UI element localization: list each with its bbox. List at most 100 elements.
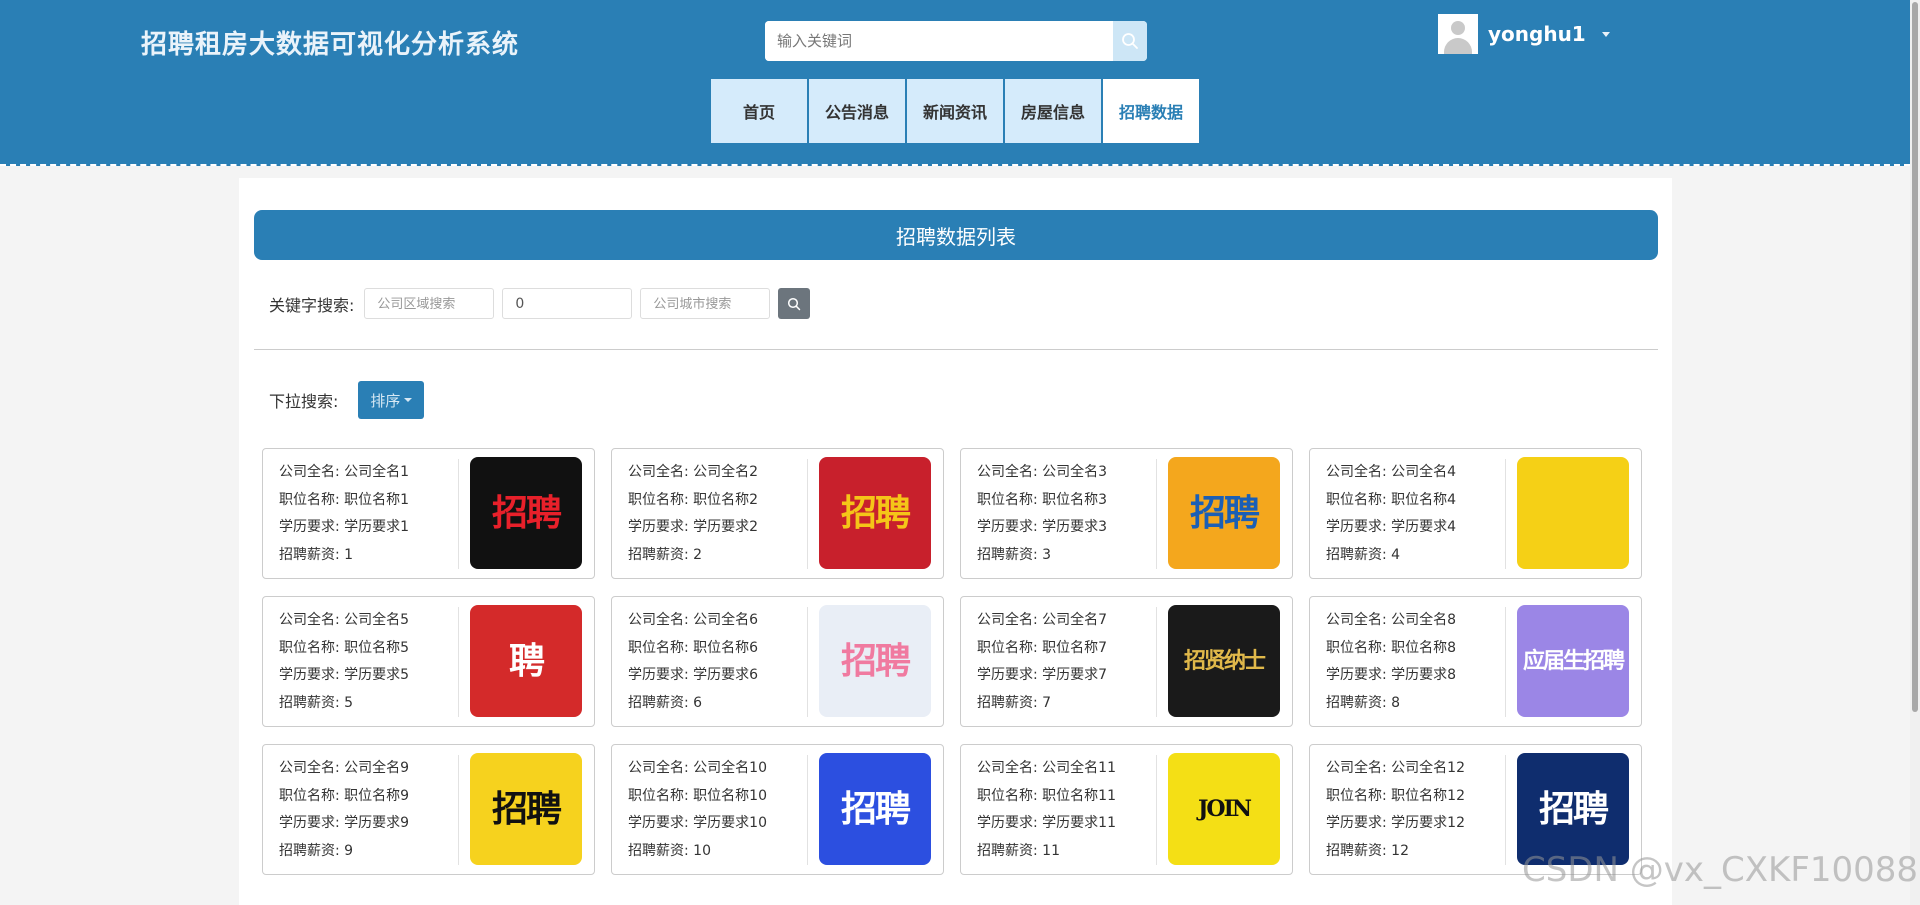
position-name-value: 职位名称3 [1042, 491, 1108, 508]
salary-row: 招聘薪资: 11 [977, 838, 1116, 866]
job-card-image-text: 招聘 [840, 788, 911, 830]
salary-row: 招聘薪资: 8 [1326, 690, 1456, 718]
position-name-value: 职位名称10 [693, 787, 767, 804]
salary-value: 4 [1391, 546, 1401, 563]
job-card[interactable]: 公司全名: 公司全名8 职位名称: 职位名称8 学历要求: 学历要求8 招聘薪资: 8… [1309, 596, 1642, 727]
job-card[interactable]: 公司全名: 公司全名9 职位名称: 职位名称9 学历要求: 学历要求9 招聘薪资: 9… [262, 744, 595, 875]
job-card-info: 公司全名: 公司全名3 职位名称: 职位名称3 学历要求: 学历要求3 招聘薪资: 3 [977, 459, 1107, 569]
user-menu[interactable]: yonghu1 [1438, 14, 1610, 54]
job-card-info: 公司全名: 公司全名5 职位名称: 职位名称5 学历要求: 学历要求5 招聘薪资: 5 [279, 607, 409, 717]
company-name-value: 公司全名1 [344, 464, 410, 480]
education-requirement-label: 学历要求: [977, 815, 1043, 831]
filter-search-button[interactable] [778, 288, 811, 319]
position-name-value: 职位名称1 [344, 491, 410, 508]
position-name-value: 职位名称7 [1042, 639, 1108, 656]
education-requirement-label: 学历要求: [279, 519, 345, 535]
job-card[interactable]: 公司全名: 公司全名7 职位名称: 职位名称7 学历要求: 学历要求7 招聘薪资: 7… [960, 596, 1293, 727]
card-separator [458, 755, 459, 865]
job-card-image[interactable]: 聘 [470, 605, 582, 717]
education-requirement-row: 学历要求: 学历要求12 [1326, 810, 1465, 838]
job-card-image[interactable]: 招聘 [819, 457, 931, 569]
card-separator [1505, 607, 1506, 717]
salary-row: 招聘薪资: 5 [279, 690, 409, 718]
card-separator [1156, 459, 1157, 569]
job-card-image[interactable] [1517, 457, 1629, 569]
education-requirement-value: 学历要求12 [1391, 815, 1465, 831]
middle-search-input[interactable] [502, 288, 633, 319]
job-card-image-text: 招聘 [1538, 788, 1609, 830]
avatar[interactable] [1438, 14, 1478, 54]
salary-label: 招聘薪资: [628, 842, 694, 859]
search-icon [1122, 33, 1138, 49]
nav-item-recruitment[interactable]: 招聘数据 [1103, 79, 1199, 143]
nav-item-news[interactable]: 新闻资讯 [907, 79, 1003, 143]
username[interactable]: yonghu1 [1488, 22, 1586, 46]
search-button[interactable] [1113, 21, 1147, 61]
company-name-row: 公司全名: 公司全名1 [279, 459, 409, 487]
position-name-label: 职位名称: [628, 639, 694, 656]
job-card[interactable]: 公司全名: 公司全名3 职位名称: 职位名称3 学历要求: 学历要求3 招聘薪资: 3… [960, 448, 1293, 579]
chevron-down-icon[interactable] [1601, 31, 1610, 37]
search-input[interactable] [765, 21, 1113, 61]
job-card[interactable]: 公司全名: 公司全名1 职位名称: 职位名称1 学历要求: 学历要求1 招聘薪资: 1… [262, 448, 595, 579]
education-requirement-label: 学历要求: [279, 815, 345, 831]
card-separator [1156, 755, 1157, 865]
watermark: CSDN @vx_CXKF10088 [1522, 850, 1919, 890]
job-card[interactable]: 公司全名: 公司全名5 职位名称: 职位名称5 学历要求: 学历要求5 招聘薪资: 5… [262, 596, 595, 727]
company-name-label: 公司全名: [628, 760, 694, 776]
city-search-input[interactable] [640, 288, 771, 319]
education-requirement-label: 学历要求: [628, 667, 694, 683]
job-card-image[interactable]: 招聘 [470, 753, 582, 865]
salary-label: 招聘薪资: [977, 694, 1043, 711]
card-separator [807, 755, 808, 865]
job-card[interactable]: 公司全名: 公司全名6 职位名称: 职位名称6 学历要求: 学历要求6 招聘薪资: 6… [611, 596, 944, 727]
company-name-value: 公司全名10 [693, 760, 767, 776]
company-name-label: 公司全名: [977, 464, 1043, 480]
salary-value: 10 [693, 842, 711, 859]
salary-label: 招聘薪资: [279, 694, 345, 711]
job-card-image-text: JOIN [1198, 796, 1252, 822]
position-name-row: 职位名称: 职位名称8 [1326, 635, 1456, 663]
job-card-image[interactable]: 招聘 [470, 457, 582, 569]
salary-label: 招聘薪资: [628, 694, 694, 711]
chevron-down-icon [404, 398, 413, 402]
education-requirement-value: 学历要求1 [344, 519, 410, 535]
education-requirement-row: 学历要求: 学历要求1 [279, 514, 409, 542]
job-card-image[interactable]: 招聘 [819, 753, 931, 865]
job-card-image[interactable]: 招聘 [1517, 753, 1629, 865]
job-card[interactable]: 公司全名: 公司全名4 职位名称: 职位名称4 学历要求: 学历要求4 招聘薪资: 4 [1309, 448, 1642, 579]
salary-row: 招聘薪资: 12 [1326, 838, 1465, 866]
nav-item-housing[interactable]: 房屋信息 [1005, 79, 1101, 143]
job-card-image[interactable]: 招聘 [819, 605, 931, 717]
nav-item-home[interactable]: 首页 [711, 79, 807, 143]
job-card[interactable]: 公司全名: 公司全名11 职位名称: 职位名称11 学历要求: 学历要求11 招聘薪资… [960, 744, 1293, 875]
job-card-image[interactable]: 招聘 [1168, 457, 1280, 569]
position-name-value: 职位名称11 [1042, 787, 1116, 804]
job-card-image[interactable]: 招贤纳士 [1168, 605, 1280, 717]
salary-label: 招聘薪资: [977, 546, 1043, 563]
company-name-label: 公司全名: [279, 464, 345, 480]
education-requirement-label: 学历要求: [1326, 815, 1392, 831]
position-name-row: 职位名称: 职位名称10 [628, 783, 767, 811]
search-box [765, 21, 1147, 61]
job-card-image[interactable]: 应届生招聘 [1517, 605, 1629, 717]
area-search-input[interactable] [364, 288, 495, 319]
position-name-label: 职位名称: [628, 787, 694, 804]
salary-value: 8 [1391, 694, 1401, 711]
position-name-label: 职位名称: [279, 491, 345, 508]
position-name-row: 职位名称: 职位名称12 [1326, 783, 1465, 811]
education-requirement-row: 学历要求: 学历要求3 [977, 514, 1107, 542]
salary-value: 11 [1042, 842, 1060, 859]
position-name-row: 职位名称: 职位名称5 [279, 635, 409, 663]
job-card-image-text: 招聘 [840, 492, 911, 534]
education-requirement-label: 学历要求: [977, 667, 1043, 683]
salary-value: 6 [693, 694, 703, 711]
sort-dropdown-button[interactable]: 排序 [358, 381, 425, 419]
nav-item-announcements[interactable]: 公告消息 [809, 79, 905, 143]
company-name-value: 公司全名9 [344, 760, 410, 776]
job-card-image[interactable]: JOIN [1168, 753, 1280, 865]
scrollbar-thumb[interactable] [1912, 2, 1918, 712]
job-card[interactable]: 公司全名: 公司全名10 职位名称: 职位名称10 学历要求: 学历要求10 招聘薪资… [611, 744, 944, 875]
education-requirement-value: 学历要求3 [1042, 519, 1108, 535]
job-card[interactable]: 公司全名: 公司全名2 职位名称: 职位名称2 学历要求: 学历要求2 招聘薪资: 2… [611, 448, 944, 579]
